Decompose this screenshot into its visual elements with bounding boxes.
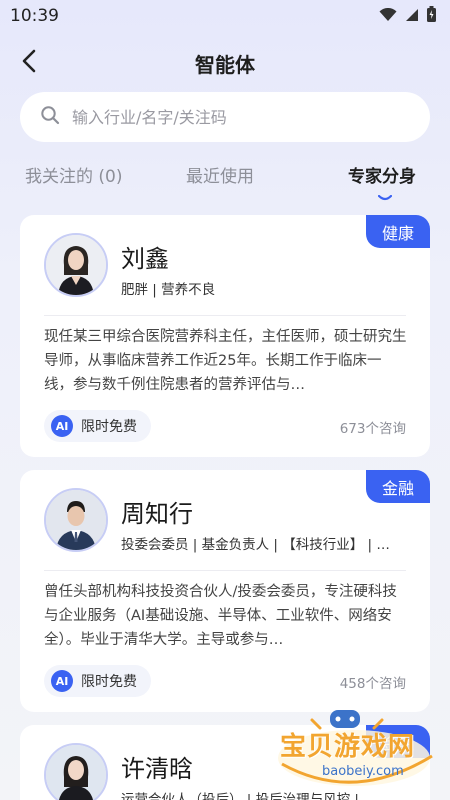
ai-icon: AI	[51, 670, 73, 692]
watermark-url: baobeiy.com	[322, 764, 404, 779]
free-badge: AI 限时免费	[44, 410, 151, 442]
avatar	[44, 743, 108, 800]
free-badge: AI 限时免费	[44, 665, 151, 697]
divider	[44, 570, 406, 571]
battery-icon	[427, 6, 436, 26]
divider	[44, 315, 406, 316]
search-icon	[40, 105, 60, 129]
nav-bar: 智能体	[0, 40, 450, 86]
expert-tags: 投委会委员 | 基金负责人 | 【科技行业】 | …	[121, 537, 390, 553]
free-label: 限时免费	[81, 674, 137, 690]
signal-icon	[405, 7, 419, 26]
expert-name: 刘鑫	[121, 245, 169, 273]
consult-count: 673个咨询	[339, 421, 406, 437]
expert-description: 曾任头部机构科技投资合伙人/投委会委员，专注硬科技与企业服务（AI基础设施、半导…	[44, 584, 397, 648]
tab-following[interactable]: 我关注的 (0)	[25, 162, 122, 187]
expert-name: 周知行	[121, 500, 193, 528]
watermark-text: 宝贝游戏网	[280, 732, 416, 762]
page-title: 智能体	[195, 52, 255, 77]
avatar	[44, 233, 108, 297]
tab-bar: 我关注的 (0) 最近使用 专家分身	[0, 158, 450, 201]
avatar	[44, 488, 108, 552]
status-bar: 10:39	[0, 0, 450, 32]
search-input[interactable]	[72, 107, 392, 127]
free-label: 限时免费	[81, 419, 137, 435]
status-icons	[379, 6, 436, 26]
status-time: 10:39	[10, 6, 59, 26]
expert-name: 许清晗	[121, 755, 193, 783]
watermark: 宝贝游戏网 baobeiy.com	[272, 708, 442, 796]
tab-expert[interactable]: 专家分身	[348, 162, 416, 187]
expert-card[interactable]: 金融 周知行 投委会委员 | 基金负责人 | 【科技行业】 | … 曾任头部机构…	[20, 470, 430, 712]
back-button[interactable]	[14, 48, 44, 78]
category-tag: 金融	[366, 470, 430, 503]
expert-tags: 肥胖 | 营养不良	[121, 282, 216, 298]
back-arrow-icon	[21, 49, 37, 77]
category-tag: 健康	[366, 215, 430, 248]
search-bar[interactable]	[20, 92, 430, 142]
tab-active-indicator	[377, 186, 393, 201]
wifi-icon	[379, 7, 397, 26]
consult-count: 458个咨询	[339, 676, 406, 692]
expert-card[interactable]: 健康 刘鑫 肥胖 | 营养不良 现任某三甲综合医院营养科主任，主任医师，硕士研究…	[20, 215, 430, 457]
ai-icon: AI	[51, 415, 73, 437]
tab-recent[interactable]: 最近使用	[186, 162, 254, 187]
expert-description: 现任某三甲综合医院营养科主任，主任医师，硕士研究生导师，从事临床营养工作近25年…	[44, 329, 407, 393]
